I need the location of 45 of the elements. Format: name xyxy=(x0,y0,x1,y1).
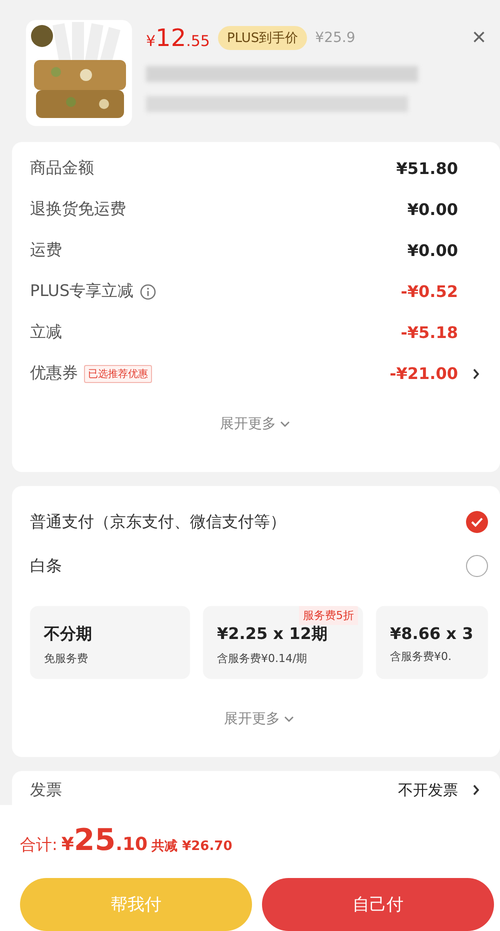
installment-fee: 含服务费¥0.14/期 xyxy=(217,651,308,666)
installment-option[interactable]: 服务费5折 ¥2.25 x 12期 含服务费¥0.14/期 xyxy=(203,606,363,679)
radio-button[interactable] xyxy=(466,555,488,577)
installment-title: ¥8.66 x 3 xyxy=(390,624,474,643)
installment-fee: 免服务费 xyxy=(44,651,89,666)
invoice-value[interactable]: 不开发票 xyxy=(398,780,458,800)
payment-method-label: 白条 xyxy=(30,556,62,576)
expand-more-button[interactable]: 展开更多 xyxy=(214,414,296,434)
original-price: ¥25.9 xyxy=(315,30,356,46)
coupon-tag: 已选推荐优惠 xyxy=(84,364,152,382)
invoice-label: 发票 xyxy=(30,780,62,800)
amount-label: 优惠券 xyxy=(30,363,78,384)
expand-more-button[interactable]: 展开更多 xyxy=(218,709,300,729)
chevron-right-icon[interactable] xyxy=(472,784,480,796)
amount-label: 商品金额 xyxy=(30,158,94,179)
chevron-down-icon xyxy=(280,421,290,428)
plus-price-tag: PLUS到手价 xyxy=(218,26,308,50)
amount-label: 运费 xyxy=(30,240,62,261)
discount-badge: 服务费5折 xyxy=(299,606,358,625)
installment-option[interactable]: 不分期 免服务费 xyxy=(30,606,190,679)
amount-value: -¥0.52 xyxy=(400,282,458,301)
amount-label: PLUS专享立减 xyxy=(30,281,134,302)
amount-value: ¥0.00 xyxy=(407,200,458,219)
amount-value: -¥5.18 xyxy=(400,323,458,342)
amount-value: -¥21.00 xyxy=(390,364,458,383)
installment-title: ¥2.25 x 12期 xyxy=(217,624,328,645)
installment-title: 不分期 xyxy=(44,624,93,645)
installment-option[interactable]: ¥8.66 x 3 含服务费¥0. xyxy=(376,606,488,679)
total-saved: 共减 ¥26.70 xyxy=(152,838,232,855)
payment-method-label: 普通支付（京东支付、微信支付等） xyxy=(30,512,286,532)
chevron-right-icon[interactable] xyxy=(472,368,480,380)
total-label: 合计: xyxy=(20,835,58,856)
info-icon[interactable] xyxy=(140,284,156,300)
close-button[interactable]: × xyxy=(472,24,486,52)
pay-button[interactable]: 自己付 xyxy=(262,878,494,931)
amount-value: ¥51.80 xyxy=(396,159,458,178)
price: ¥12.55 xyxy=(146,24,210,52)
amount-value: ¥0.00 xyxy=(407,241,458,260)
chevron-down-icon xyxy=(284,716,294,722)
amount-label: 立减 xyxy=(30,322,62,343)
installment-fee: 含服务费¥0. xyxy=(390,649,452,664)
radio-button[interactable] xyxy=(466,511,488,533)
amount-label: 退换货免运费 xyxy=(30,199,126,220)
check-icon xyxy=(471,517,483,527)
total-amount: ¥25.10 xyxy=(61,823,148,858)
